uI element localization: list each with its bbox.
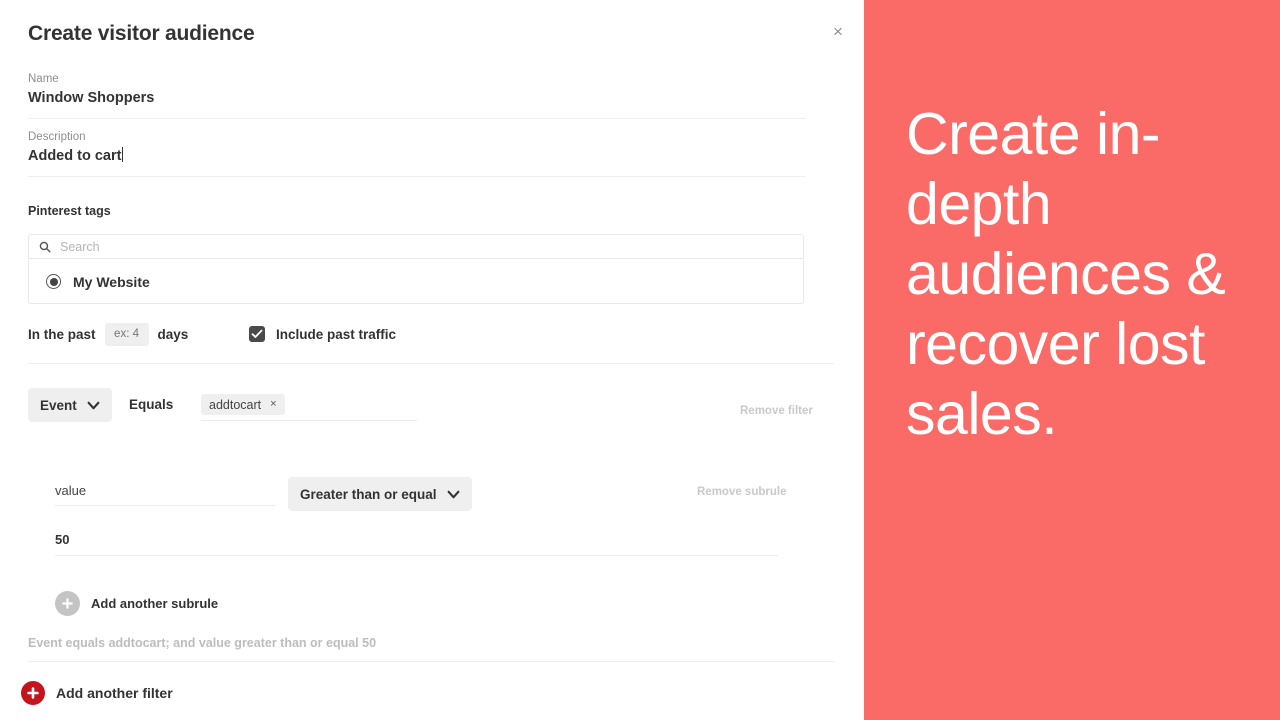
add-filter-button[interactable]: Add another filter	[21, 681, 173, 705]
section-divider-bottom	[28, 661, 834, 662]
remove-filter-button[interactable]: Remove filter	[740, 405, 813, 417]
plus-glyph	[27, 687, 39, 699]
pinterest-tags-label: Pinterest tags	[28, 204, 111, 218]
timeframe-suffix-label: days	[157, 326, 189, 342]
filter-operator-label: Equals	[129, 397, 174, 412]
plus-icon	[21, 681, 45, 705]
plus-icon	[55, 591, 80, 616]
filter-token: addtocart ×	[201, 394, 285, 415]
app-screen: Create visitor audience × Name Window Sh…	[0, 0, 1280, 720]
create-audience-form-panel: Create visitor audience × Name Window Sh…	[0, 0, 864, 720]
section-divider-top	[28, 363, 834, 364]
timeframe-prefix-label: In the past	[28, 326, 96, 342]
subrule-operator-dropdown[interactable]: Greater than or equal	[288, 477, 472, 511]
description-input[interactable]: Added to cart	[28, 146, 124, 166]
promo-panel: Create in-depth audiences & recover lost…	[864, 0, 1280, 720]
filter-token-label: addtocart	[209, 397, 262, 412]
text-caret	[122, 147, 124, 162]
check-icon	[251, 329, 263, 338]
tag-option-list: My Website	[28, 260, 804, 304]
name-input[interactable]: Window Shoppers	[28, 88, 154, 108]
filter-row: Event Equals addtocart ×	[28, 388, 834, 422]
filter-summary-text: Event equals addtocart; and value greate…	[28, 636, 377, 650]
search-icon	[39, 241, 51, 253]
days-input[interactable]	[104, 322, 149, 346]
tag-option-label: My Website	[73, 273, 150, 290]
description-field-underline	[28, 176, 806, 177]
name-field-underline	[28, 118, 806, 119]
promo-headline: Create in-depth audiences & recover lost…	[906, 101, 1226, 447]
subrule-key-input[interactable]: value	[55, 476, 275, 506]
chevron-down-icon	[447, 490, 459, 498]
filter-value-input[interactable]: addtocart ×	[201, 388, 417, 421]
page-title: Create visitor audience	[28, 22, 255, 45]
name-field-label: Name	[28, 73, 59, 85]
tag-search-input[interactable]: Search	[28, 234, 804, 259]
chevron-down-icon	[87, 401, 100, 409]
description-input-text: Added to cart	[28, 148, 122, 164]
tag-search-placeholder: Search	[60, 239, 100, 254]
close-icon[interactable]: ×	[270, 399, 276, 410]
include-past-traffic-checkbox[interactable]	[249, 326, 265, 342]
filter-field-dropdown[interactable]: Event	[28, 388, 112, 422]
close-icon[interactable]: ×	[827, 20, 849, 42]
filter-field-dropdown-label: Event	[40, 397, 77, 413]
description-field-label: Description	[28, 131, 86, 143]
add-subrule-button[interactable]: Add another subrule	[55, 591, 218, 616]
include-past-traffic-label: Include past traffic	[276, 326, 397, 342]
timeframe-row: In the past days	[28, 322, 188, 346]
description-field-group: Description Added to cart	[28, 130, 806, 166]
add-filter-label: Add another filter	[56, 685, 173, 701]
add-subrule-label: Add another subrule	[91, 596, 219, 611]
include-past-traffic-group[interactable]: Include past traffic	[249, 322, 396, 346]
subrule-operator-dropdown-label: Greater than or equal	[300, 486, 437, 502]
name-field-group: Name Window Shoppers	[28, 72, 806, 108]
remove-subrule-button[interactable]: Remove subrule	[697, 486, 786, 498]
subrule-number-input[interactable]: 50	[55, 528, 778, 556]
radio-my-website[interactable]	[46, 274, 61, 289]
plus-glyph	[62, 598, 73, 609]
